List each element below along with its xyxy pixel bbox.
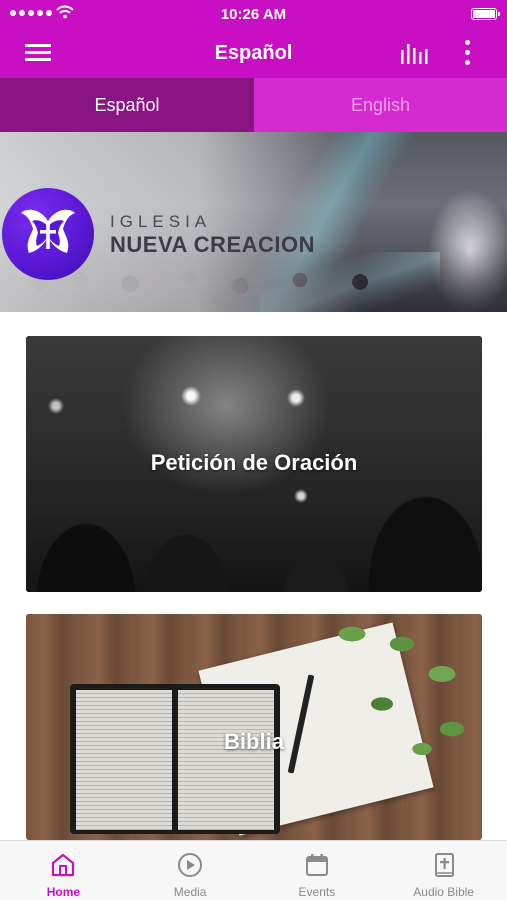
language-tabs: Español English [0,78,507,132]
tab-events[interactable]: Events [254,841,381,900]
butterfly-cross-icon [21,209,75,253]
prayer-request-card[interactable]: Petición de Oración [26,336,482,592]
bible-label: Biblia [224,729,284,754]
banner-line-2: NUEVA CREACION [110,232,316,257]
prayer-request-label: Petición de Oración [150,450,358,475]
bible-icon [434,853,454,877]
home-icon [52,853,75,877]
calendar-icon [305,854,328,876]
tab-home-label: Home [46,885,81,899]
more-options-button[interactable] [456,38,480,68]
church-banner: IGLESIA NUEVA CREACION [0,132,507,312]
status-bar: 10:26 AM [0,0,507,28]
banner-line-1: IGLESIA [110,212,212,231]
status-time: 10:26 AM [220,6,287,23]
tab-media-label: Media [173,885,207,899]
battery-icon [471,8,500,20]
church-logo [2,188,94,280]
tab-media[interactable]: Media [127,841,254,900]
audio-levels-icon[interactable] [397,40,433,66]
tab-english[interactable]: English [254,78,507,132]
bible-card[interactable]: Biblia [26,614,482,840]
tab-espanol[interactable]: Español [0,78,254,132]
tab-audio-bible-label: Audio Bible [413,885,474,899]
play-circle-icon [178,853,203,877]
bottom-tab-bar: Home Media Events Audio Bible [0,840,507,900]
tab-audio-bible[interactable]: Audio Bible [380,841,507,900]
menu-button[interactable] [22,40,56,66]
app-bar: Español [0,28,507,78]
tab-home[interactable]: Home [0,841,127,900]
tab-events-label: Events [298,885,336,899]
